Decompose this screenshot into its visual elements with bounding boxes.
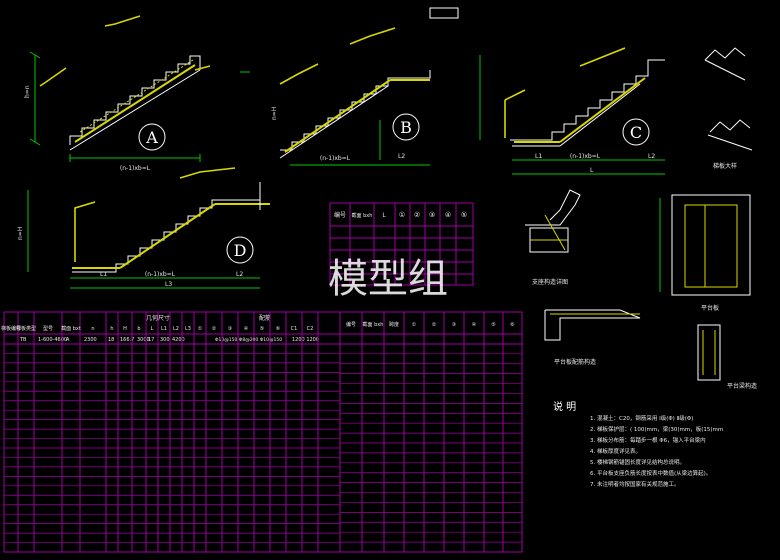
right-table-header-cell: ③ — [452, 322, 456, 328]
stair-c-l2: L2 — [648, 153, 655, 160]
main-table-r1-tail: 1200 1200 — [292, 337, 319, 343]
main-table-header-cell: L — [151, 326, 154, 332]
stair-a-letter: A — [145, 128, 158, 147]
right-details: 梯板大样 支座构造详图 平台板 平台板配筋构造 平台梁构造 — [525, 47, 757, 390]
main-table-header-cell: 截面 bxt — [61, 325, 81, 332]
main-table-group-2: 配筋 — [259, 314, 271, 322]
landing-detail-label: 平台板配筋构造 — [554, 358, 596, 366]
note-3: 3. 梯板分布筋：每踏步一根 Φ6，锚入平台梁内 — [590, 436, 706, 444]
right-table-header-cell: ② — [432, 322, 437, 328]
right-table-header-cell: ① — [412, 322, 417, 328]
main-table-r1-c3: 2300 — [84, 337, 97, 343]
small-table-h0: 编号 — [334, 211, 346, 219]
cad-drawing-canvas: A (n-1)xb=L h=n B (n-1)xb=L L2 n=H C (n-… — [1, 7, 757, 553]
stair-a-span: (n-1)xb=L — [120, 165, 151, 172]
notes-block: 说 明 1. 混凝土：C20，钢筋采用 Ⅰ级(Φ) Ⅱ级(Φ) 2. 梯板保护层… — [553, 400, 723, 488]
main-table-header-cell: b — [137, 326, 140, 332]
stair-c-span: (n-1)xb=L — [570, 153, 601, 160]
slab-plan-label: 平台板 — [701, 304, 719, 312]
tread-detail-label: 梯板大样 — [713, 162, 737, 170]
note-1: 1. 混凝土：C20，钢筋采用 Ⅰ级(Φ) Ⅱ级(Φ) — [590, 414, 693, 422]
main-table-header-cell: 梯板类型 — [16, 325, 36, 332]
stair-b-l2: L2 — [398, 153, 405, 160]
stair-d-l2: L2 — [236, 271, 243, 278]
stair-b-height: n=H — [271, 107, 278, 120]
main-table-r1-c0: TB — [19, 337, 27, 343]
stair-a-height: h=n — [24, 85, 31, 98]
right-table-header-cell: ⑤ — [491, 322, 495, 328]
stair-b-span: (n-1)xb=L — [320, 155, 351, 162]
note-2: 2. 梯板保护层：( 100)mm，梁(30)mm，板(15)mm — [590, 425, 723, 433]
support-detail-label: 支座构造详图 — [532, 278, 568, 286]
main-table-header-cell: L1 — [161, 326, 167, 332]
stair-c-l1: L1 — [535, 153, 542, 160]
main-table-header-cell: n — [91, 326, 94, 332]
main-table-header-cell: 型号 — [43, 325, 53, 332]
main-table-header-cell: ⑥ — [276, 326, 281, 332]
stair-d-span: (n-1)xb=L — [145, 271, 176, 278]
note-4: 4. 梯板厚度详见表。 — [590, 447, 641, 455]
right-table-header-cell: 编号 — [346, 321, 356, 328]
small-table-h5: ③ — [429, 211, 435, 219]
stair-c-total: L — [590, 167, 594, 174]
right-table-header-cell: 截面 bxh — [363, 321, 384, 328]
stair-detail-a: A (n-1)xb=L h=n — [24, 15, 211, 172]
main-table-header-cell: L3 — [185, 326, 191, 332]
main-table-r1-c7: 17 — [148, 337, 154, 343]
small-table-h1: 截面 bxh — [352, 212, 373, 219]
main-table-header-cell: ② — [212, 326, 217, 332]
right-rebar-table: 编号 截面 bxh 跨度 ① ② ③ ④ ⑤ ⑥ — [339, 311, 523, 553]
main-table-r1-c1: 1-600-4600 — [38, 337, 67, 343]
stair-detail-d: D (n-1)xb=L L1 L2 L3 n=H — [17, 167, 270, 289]
stair-d-height: n=H — [17, 227, 24, 240]
right-table-header-cell: ⑥ — [510, 322, 515, 328]
small-table-h3: ① — [399, 211, 405, 219]
main-table-r1-c2: A — [66, 337, 70, 343]
stair-detail-b: B (n-1)xb=L L2 n=H — [240, 7, 459, 166]
stair-c-letter: C — [630, 123, 642, 142]
stair-detail-c: C (n-1)xb=L L1 L2 L — [479, 47, 665, 175]
small-table-h2: L — [382, 212, 386, 219]
main-table-header-cell: C2 — [307, 326, 314, 332]
note-5: 5. 楼梯钢筋锚固长度详见结构总说明。 — [590, 458, 685, 466]
small-table-h6: ④ — [445, 211, 451, 219]
small-table-h4: ② — [414, 211, 420, 219]
stair-d-letter: D — [234, 241, 247, 260]
main-table-header-cell: ③ — [228, 326, 232, 332]
note-7: 7. 未注明者均按国家有关规范施工。 — [590, 480, 680, 488]
main-table-header-cell: h — [110, 326, 113, 332]
note-6: 6. 平台板支座负筋长度按表中数值(从梁边算起)。 — [590, 469, 711, 477]
notes-title: 说 明 — [553, 400, 576, 413]
main-table-header-cell: H — [123, 326, 127, 332]
main-table-header-cell: ④ — [244, 326, 249, 332]
main-table-r1-c9: 4200 — [172, 337, 185, 343]
small-table-h7: ⑤ — [461, 211, 467, 219]
beam-detail-label: 平台梁构造 — [727, 382, 757, 390]
stair-d-l1: L1 — [100, 271, 107, 278]
stair-b-letter: B — [400, 118, 412, 137]
stair-d-total: L3 — [165, 281, 172, 288]
main-table-header-cell: L2 — [173, 326, 179, 332]
main-table-r1-rebar: Φ10@150 Φ8@200 Φ10@150 — [215, 337, 282, 343]
main-table-r1-c4: 18 — [108, 337, 114, 343]
main-table-header-cell: ① — [198, 326, 203, 332]
main-table-header-cell: C1 — [291, 326, 298, 332]
right-table-header-cell: ④ — [472, 322, 477, 328]
watermark: 模型组 — [328, 256, 448, 302]
main-table-header-cell: ⑤ — [260, 326, 264, 332]
main-table-r1-c8: 300 — [160, 337, 170, 343]
right-table-header-cell: 跨度 — [389, 321, 399, 328]
